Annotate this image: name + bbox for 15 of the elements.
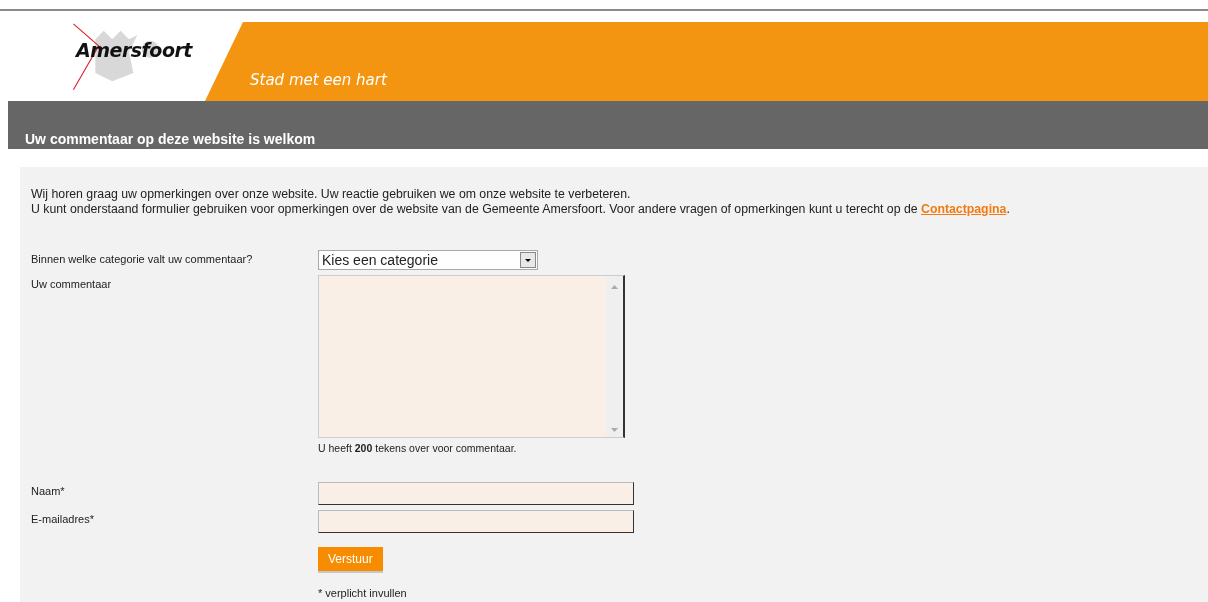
intro-text: U kunt onderstaand formulier gebruiken voor opmerkingen over de website van de Gemeente Amersfoort. Voor andere vragen of opmerkingen kunt u terecht op de Contactpagina. — [31, 202, 1011, 217]
character-counter: U heeft 200 tekens over voor commentaar. — [318, 442, 518, 454]
required-note: * verplicht invullen — [318, 587, 408, 599]
input-field[interactable] — [318, 482, 634, 505]
field-label: Binnen welke categorie valt uw commentaar? — [31, 252, 254, 265]
page-title: Uw commentaar op deze website is welkom — [25, 131, 316, 147]
field-label: Uw commentaar — [31, 277, 113, 290]
category-select[interactable]: Kies een categorie — [318, 250, 538, 270]
field-label: Naam* — [31, 484, 66, 497]
submit-button[interactable]: Verstuur — [318, 547, 383, 573]
input-field[interactable] — [318, 510, 634, 533]
dropdown-icon — [520, 252, 536, 268]
field-label: E-mailadres* — [31, 512, 95, 525]
intro-text: Wij horen graag uw opmerkingen over onze website. Uw reactie gebruiken we om onze website te verbeteren. — [31, 187, 632, 202]
slogan: Stad met een hart — [250, 71, 387, 89]
